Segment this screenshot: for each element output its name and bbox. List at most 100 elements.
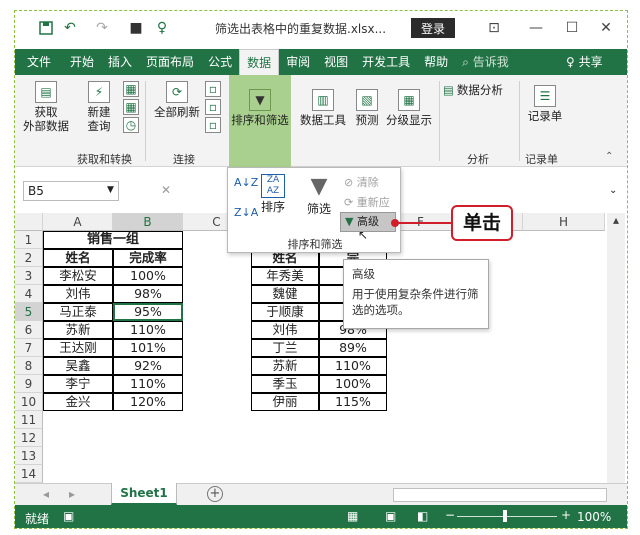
row-header-7[interactable]: 7 (15, 339, 43, 357)
zoom-out-icon[interactable]: − (445, 508, 455, 522)
add-sheet-icon[interactable]: + (207, 486, 223, 502)
tab-help[interactable]: 帮助 (417, 49, 455, 75)
refresh-all-button[interactable]: ⟳ 全部刷新 (149, 81, 205, 119)
normal-view-icon[interactable]: ▦ (347, 509, 358, 523)
cancel-icon[interactable]: ✕ (161, 183, 171, 197)
table1-cell[interactable]: 苏新 (43, 321, 113, 339)
get-external-data-button[interactable]: ▤ 获取 外部数据 (19, 81, 73, 133)
table2-cell[interactable]: 115% (319, 393, 387, 411)
table2-cell[interactable]: 110% (319, 357, 387, 375)
sort-descending-icon[interactable]: Z↓A (234, 206, 258, 219)
camera-icon[interactable]: ■ (125, 17, 147, 39)
row-header-4[interactable]: 4 (15, 285, 43, 303)
page-break-view-icon[interactable]: ◧ (417, 509, 428, 523)
row-header-1[interactable]: 1 (15, 231, 43, 249)
macro-record-icon[interactable]: ▣ (63, 509, 74, 523)
column-header-h[interactable]: H (523, 213, 605, 231)
login-button[interactable]: 登录 (411, 18, 455, 38)
selected-cell-b5[interactable]: 95% (113, 303, 183, 321)
sort-button[interactable]: ZA AZ 排序 (258, 174, 288, 215)
column-header-b[interactable]: B (113, 213, 183, 231)
worksheet-grid[interactable]: A B C D E F G H ▴ 1 2 3 4 5 6 7 8 9 10 1… (15, 213, 627, 483)
table2-cell[interactable]: 100% (319, 375, 387, 393)
maximize-icon[interactable]: ☐ (559, 17, 585, 39)
row-header-10[interactable]: 10 (15, 393, 43, 411)
forecast-button[interactable]: ▧ 预测 (349, 89, 385, 127)
tab-file[interactable]: 文件 (15, 49, 64, 75)
tell-me-search[interactable]: ⌕ 告诉我 (455, 49, 516, 75)
table2-cell[interactable]: 刘伟 (251, 321, 319, 339)
page-layout-view-icon[interactable]: ▣ (385, 509, 396, 523)
table1-title[interactable]: 销售一组 (43, 231, 183, 249)
row-header-2[interactable]: 2 (15, 249, 43, 267)
save-icon[interactable] (35, 17, 57, 39)
ribbon-display-icon[interactable]: ⊡ (481, 17, 507, 39)
close-icon[interactable]: ✕ (593, 17, 619, 39)
table1-cell[interactable]: 100% (113, 267, 183, 285)
table1-cell[interactable]: 王达刚 (43, 339, 113, 357)
row-header-3[interactable]: 3 (15, 267, 43, 285)
table1-cell[interactable]: 李宁 (43, 375, 113, 393)
tab-view[interactable]: 视图 (317, 49, 355, 75)
table2-cell[interactable]: 苏新 (251, 357, 319, 375)
table1-cell[interactable]: 110% (113, 375, 183, 393)
table1-cell[interactable]: 110% (113, 321, 183, 339)
data-analysis-button[interactable]: ▤ 数据分析 (443, 83, 513, 97)
table1-cell[interactable]: 吴鑫 (43, 357, 113, 375)
tab-formulas[interactable]: 公式 (201, 49, 239, 75)
table1-cell[interactable]: 92% (113, 357, 183, 375)
table1-cell[interactable]: 金兴 (43, 393, 113, 411)
table1-header-rate[interactable]: 完成率 (113, 249, 183, 267)
table2-cell[interactable]: 89% (319, 339, 387, 357)
row-header-12[interactable]: 12 (15, 429, 43, 447)
tab-developer[interactable]: 开发工具 (355, 49, 417, 75)
table1-cell[interactable]: 120% (113, 393, 183, 411)
table2-cell[interactable]: 季玉 (251, 375, 319, 393)
table2-cell[interactable]: 丁兰 (251, 339, 319, 357)
table1-header-name[interactable]: 姓名 (43, 249, 113, 267)
sort-filter-button[interactable]: ▼ 排序和筛选 (229, 89, 291, 127)
table1-cell[interactable]: 98% (113, 285, 183, 303)
tab-data[interactable]: 数据 (239, 49, 280, 75)
tab-review[interactable]: 审阅 (279, 49, 317, 75)
scroll-right-icon[interactable]: ▸ (69, 487, 75, 501)
filter-button[interactable]: ▼ 筛选 (302, 174, 336, 217)
row-header-5[interactable]: 5 (15, 303, 43, 321)
sheet-tab-sheet1[interactable]: Sheet1 (111, 483, 177, 505)
table1-cell[interactable]: 李松安 (43, 267, 113, 285)
clear-button[interactable]: ⊘ 清除 (344, 174, 379, 190)
formula-expand-icon[interactable]: ⌄ (609, 185, 617, 196)
row-header-6[interactable]: 6 (15, 321, 43, 339)
row-header-14[interactable]: 14 (15, 465, 43, 483)
row-header-13[interactable]: 13 (15, 447, 43, 465)
zoom-level[interactable]: 100% (577, 510, 611, 524)
undo-icon[interactable]: ↶ (59, 17, 81, 39)
collapse-ribbon-icon[interactable]: ⌃ (605, 151, 613, 162)
user-icon[interactable]: ♀ (151, 17, 173, 39)
share-button[interactable]: ♀ 共享 (559, 49, 610, 75)
outline-button[interactable]: ▦ 分级显示 (385, 89, 433, 127)
select-all-corner[interactable] (15, 213, 43, 231)
scroll-left-icon[interactable]: ◂ (43, 487, 49, 501)
table1-cell[interactable]: 马正泰 (43, 303, 113, 321)
zoom-in-icon[interactable]: + (561, 508, 571, 522)
minimize-icon[interactable]: — (523, 17, 549, 39)
vertical-scrollbar[interactable]: ▴ (607, 213, 625, 483)
record-sheet-button[interactable]: ☰ 记录单 (523, 85, 567, 123)
sort-ascending-icon[interactable]: A↓Z (234, 176, 258, 189)
horizontal-scrollbar[interactable] (393, 488, 607, 502)
table1-cell[interactable]: 刘伟 (43, 285, 113, 303)
row-header-9[interactable]: 9 (15, 375, 43, 393)
row-header-8[interactable]: 8 (15, 357, 43, 375)
new-query-button[interactable]: ⚡ 新建 查询 (79, 81, 119, 133)
table2-cell[interactable]: 于顺康 (251, 303, 319, 321)
tab-home[interactable]: 开始 (63, 49, 101, 75)
name-box[interactable]: B5 (23, 181, 119, 201)
data-tools-button[interactable]: ▥ 数据工具 (295, 89, 351, 127)
namebox-dropdown-icon[interactable]: ▼ (107, 185, 114, 195)
table1-cell[interactable]: 101% (113, 339, 183, 357)
table2-cell[interactable]: 魏健 (251, 285, 319, 303)
redo-icon[interactable]: ↷ (91, 17, 113, 39)
tab-page-layout[interactable]: 页面布局 (139, 49, 201, 75)
row-header-11[interactable]: 11 (15, 411, 43, 429)
